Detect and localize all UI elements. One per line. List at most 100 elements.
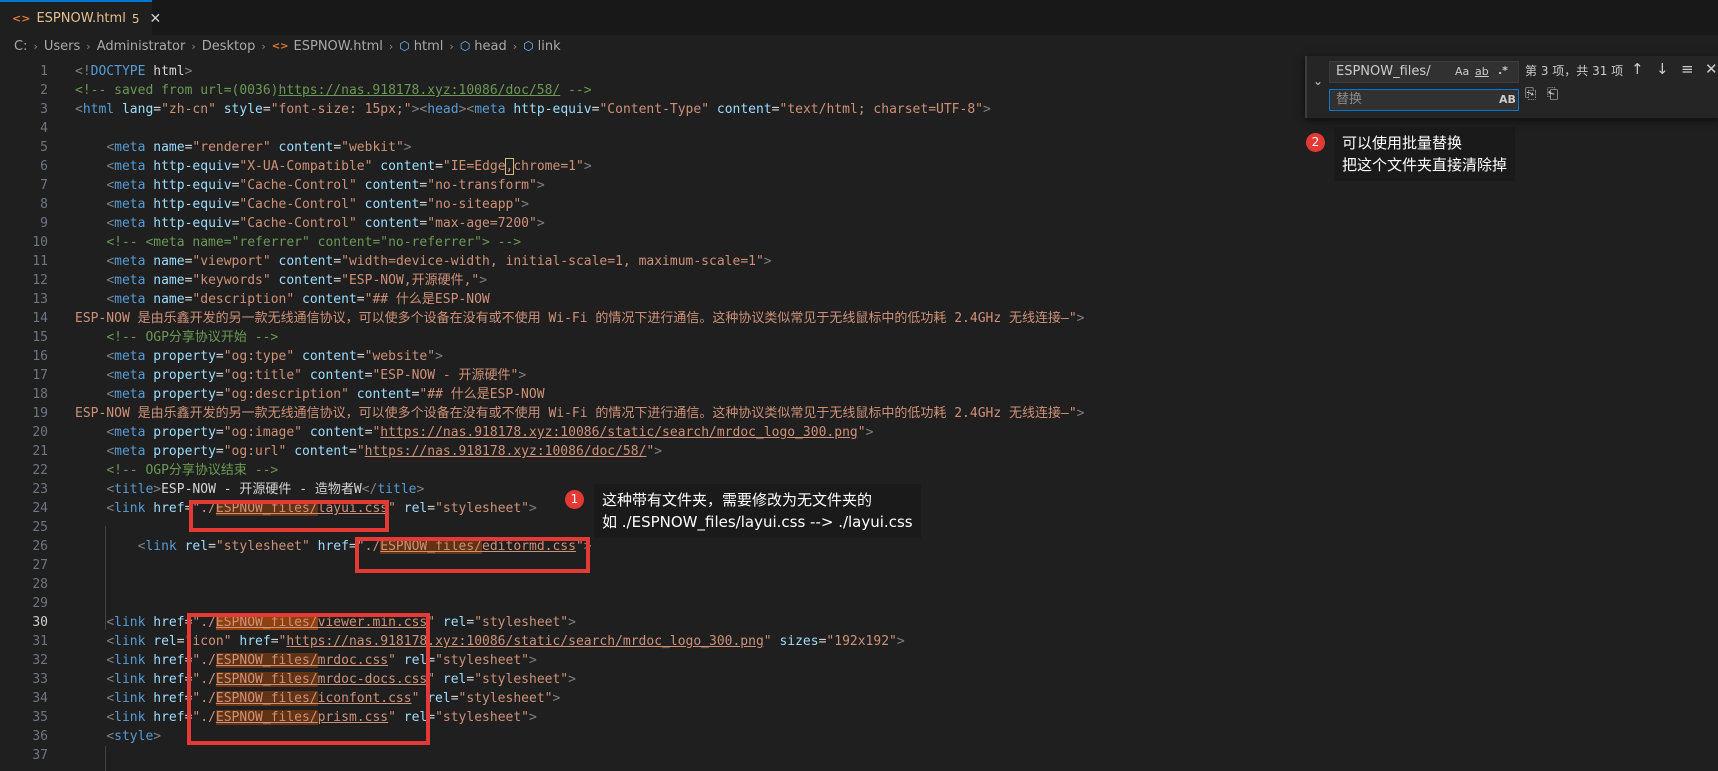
arrow-up-icon[interactable]: ↑ (1631, 60, 1644, 78)
code-line[interactable]: 8 <meta http-equiv="Cache-Control" conte… (0, 195, 1718, 214)
code-token: property (153, 368, 216, 383)
code-token: link (114, 634, 146, 649)
code-token: > (529, 710, 537, 725)
find-input[interactable]: ESPNOW_files/ (1329, 61, 1519, 83)
breadcrumb-item[interactable]: ESPNOW.html (294, 39, 383, 54)
code-line[interactable]: 14 ESP-NOW 是由乐鑫开发的另一款无线通信协议，可以使多个设备在没有或不使… (0, 309, 1718, 328)
code-line[interactable]: 29 (0, 594, 1718, 613)
replace-icon[interactable]: ⎘ (1525, 86, 1536, 102)
code-token: < (106, 615, 115, 630)
chevron-right-icon: › (261, 39, 266, 53)
code-token: content (278, 273, 334, 288)
breadcrumb-item[interactable]: C: (14, 39, 27, 54)
close-icon[interactable]: ✕ (1705, 60, 1718, 78)
code-line[interactable]: 21 <meta property="og:url" content="http… (0, 442, 1718, 461)
code-token: meta (114, 273, 146, 288)
code-token: = (771, 102, 780, 117)
code-token: property (153, 425, 216, 440)
code-text: ESP-NOW 是由乐鑫开发的另一款无线通信协议，可以使多个设备在没有或不使用 … (75, 309, 1085, 328)
code-token: < (106, 672, 115, 687)
code-token: "Cache-Control" (239, 197, 357, 212)
code-token: < (106, 178, 115, 193)
breadcrumb-item[interactable]: link (538, 39, 561, 54)
code-token: html (145, 64, 185, 79)
code-line[interactable]: 28 (0, 575, 1718, 594)
code-line[interactable]: 11 <meta name="viewport" content="width=… (0, 252, 1718, 271)
chevron-down-icon[interactable]: ⌄ (1313, 74, 1323, 88)
code-token: = (262, 102, 271, 117)
code-token: "stylesheet" (458, 691, 553, 706)
code-token: <!-- saved from url=(0036) (75, 83, 279, 98)
code-token: > (184, 64, 193, 79)
code-token: content (380, 159, 436, 174)
code-token: = (215, 349, 224, 364)
code-line[interactable]: 27 (0, 556, 1718, 575)
replace-input[interactable]: 替换 (1329, 89, 1519, 111)
code-line[interactable]: 16 <meta property="og:type" content="web… (0, 347, 1718, 366)
code-token: "width=device-width, initial-scale=1, ma… (341, 254, 764, 269)
code-token: http-equiv (153, 197, 232, 212)
breadcrumb-item[interactable]: Users (44, 39, 80, 54)
code-token: "## 什么是ESP-NOW (419, 387, 545, 402)
code-line[interactable]: 15 <!-- OGP分享协议开始 --> (0, 328, 1718, 347)
code-line[interactable]: 13 <meta name="description" content="## … (0, 290, 1718, 309)
code-token: " (763, 634, 772, 649)
replace-all-icon[interactable]: ⎗ (1547, 86, 1558, 102)
code-token: --> (560, 83, 592, 98)
code-token: href (317, 539, 349, 554)
code-token: link (145, 539, 177, 554)
code-token: " (388, 501, 396, 516)
code-line[interactable]: 9 <meta http-equiv="Cache-Control" conte… (0, 214, 1718, 233)
code-text: <meta http-equiv="Cache-Control" content… (75, 214, 544, 233)
code-line[interactable]: 19 ESP-NOW 是由乐鑫开发的另一款无线通信协议，可以使多个设备在没有或不使… (0, 404, 1718, 423)
code-token: < (106, 254, 115, 269)
code-token: = (333, 254, 342, 269)
code-line[interactable]: 18 <meta property="og:description" conte… (0, 385, 1718, 404)
code-token: "og:url" (223, 444, 287, 459)
code-token: link (114, 501, 146, 516)
code-line[interactable]: 37 (0, 746, 1718, 765)
code-line[interactable]: 22 <!-- OGP分享协议结束 --> (0, 461, 1718, 480)
code-token: = (176, 634, 185, 649)
selection-filter-icon[interactable]: ≡ (1681, 60, 1694, 78)
code-line[interactable]: 10 <!-- <meta name="referrer" content="n… (0, 233, 1718, 252)
code-token: > (896, 634, 905, 649)
code-line[interactable]: 12 <meta name="keywords" content="ESP-NO… (0, 271, 1718, 290)
code-text: <meta name="keywords" content="ESP-NOW,开… (75, 271, 487, 290)
breadcrumb-item[interactable]: html (414, 39, 444, 54)
code-token: style (223, 102, 263, 117)
match-case-icon[interactable]: Aa (1455, 65, 1469, 78)
code-token: href (153, 653, 185, 668)
whole-word-icon[interactable]: ab (1475, 65, 1489, 78)
code-line[interactable]: 17 <meta property="og:title" content="ES… (0, 366, 1718, 385)
code-token: sizes (779, 634, 819, 649)
code-token: meta (114, 216, 146, 231)
code-token: < (106, 140, 115, 155)
breadcrumb-item[interactable]: Administrator (97, 39, 186, 54)
code-token: link (114, 653, 146, 668)
preserve-case-icon[interactable]: AB (1499, 93, 1516, 106)
arrow-down-icon[interactable]: ↓ (1656, 60, 1669, 78)
tab-espnow-html[interactable]: <> ESPNOW.html 5 ✕ (0, 0, 161, 35)
code-token: "ESP-NOW - 开源硬件" (372, 368, 519, 383)
code-token: >< (411, 102, 428, 117)
code-token: "og:description" (223, 387, 349, 402)
code-line[interactable]: 20 <meta property="og:image" content="ht… (0, 423, 1718, 442)
breadcrumb-item[interactable]: head (474, 39, 506, 54)
code-token: > (865, 425, 874, 440)
code-line[interactable]: 26 <link rel="stylesheet" href="./ESPNOW… (0, 537, 1718, 556)
line-number: 1 (40, 64, 48, 79)
code-token: "192x192" (826, 634, 897, 649)
code-token: "Content-Type" (599, 102, 710, 117)
breadcrumb-item[interactable]: Desktop (202, 39, 256, 54)
regex-icon[interactable]: .* (1498, 64, 1508, 77)
code-token: content (278, 140, 334, 155)
close-icon[interactable]: ✕ (149, 11, 161, 27)
